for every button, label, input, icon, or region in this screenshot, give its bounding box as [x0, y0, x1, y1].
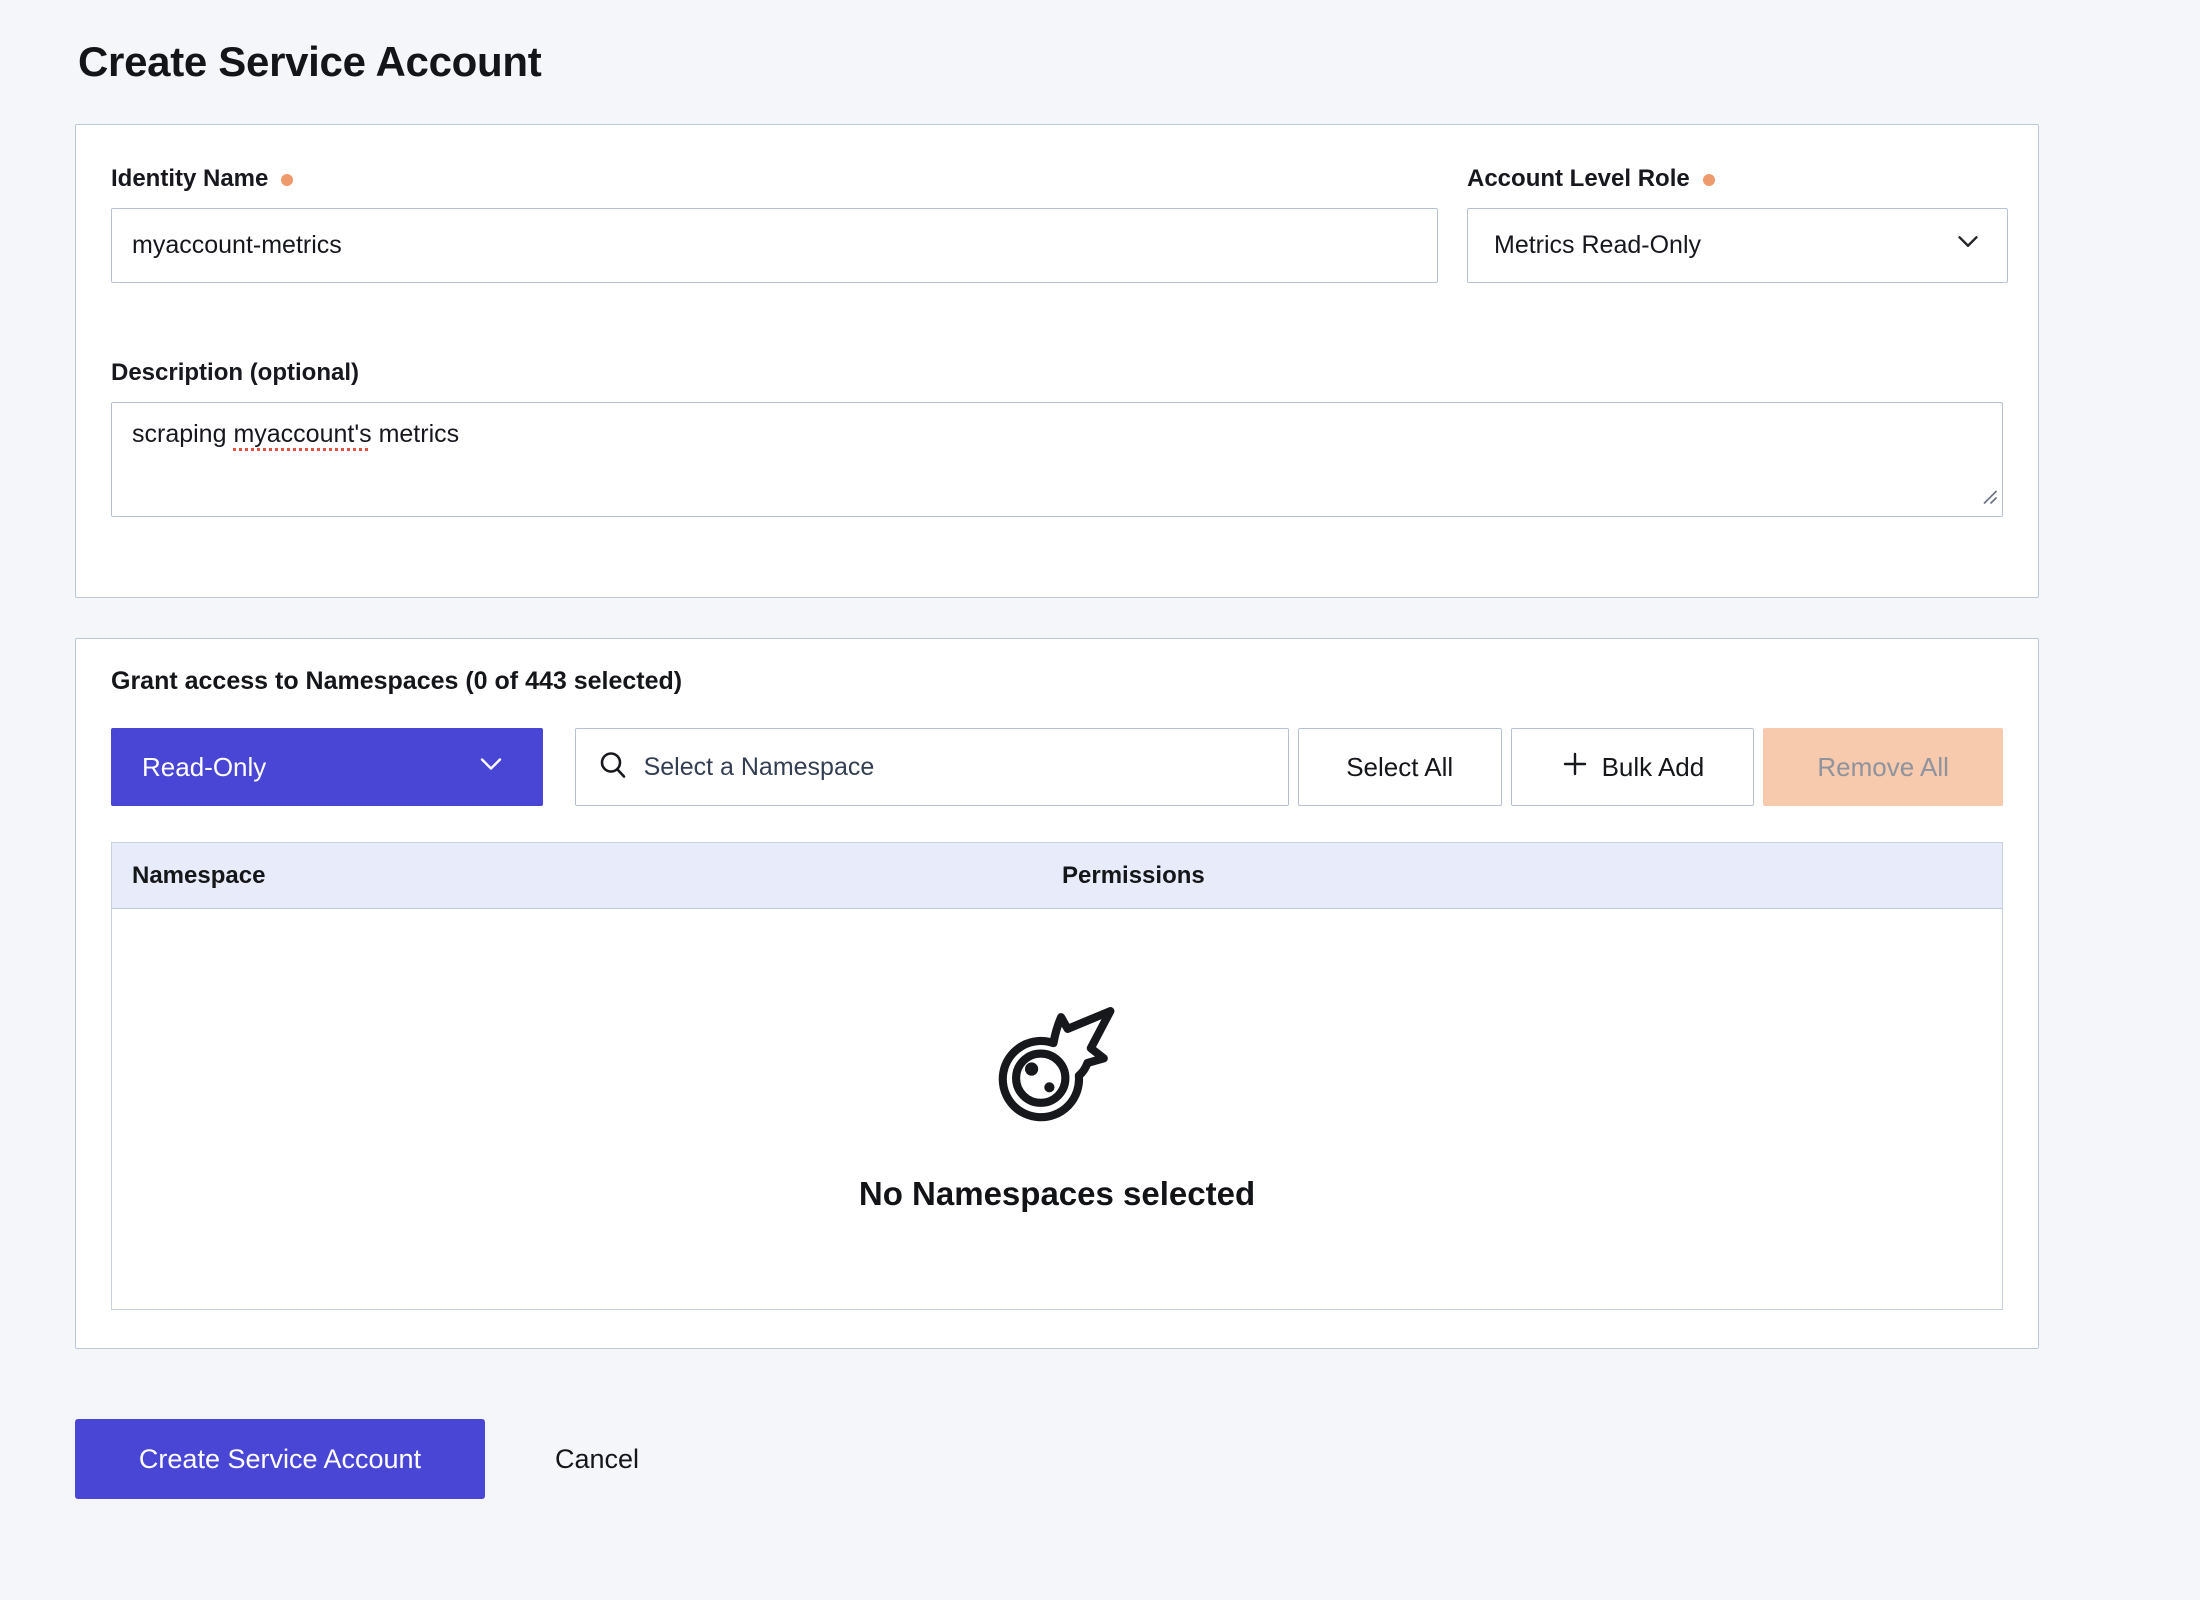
namespaces-table-header: Namespace Permissions — [112, 843, 2002, 909]
remove-all-label: Remove All — [1817, 752, 1949, 782]
account-level-role-label-text: Account Level Role — [1467, 165, 1690, 193]
search-icon — [596, 748, 630, 787]
identity-name-field: Identity Name — [111, 165, 1438, 283]
namespace-role-value: Read-Only — [142, 752, 266, 783]
comet-icon — [996, 1006, 1118, 1133]
account-level-role-label: Account Level Role — [1467, 165, 2008, 193]
description-text-misspelled: myaccount's — [233, 420, 371, 448]
namespaces-toolbar: Read-Only Select All — [111, 728, 2003, 806]
description-text-before: scraping — [132, 420, 233, 448]
namespaces-card: Grant access to Namespaces (0 of 443 sel… — [75, 638, 2039, 1349]
account-level-role-field: Account Level Role Metrics Read-Only — [1467, 165, 2008, 283]
remove-all-button[interactable]: Remove All — [1763, 728, 2003, 806]
identity-name-label-text: Identity Name — [111, 165, 268, 193]
create-service-account-page: Create Service Account Identity Name Acc… — [0, 0, 2200, 1499]
plus-icon — [1561, 750, 1589, 785]
namespace-search-input[interactable] — [644, 753, 1270, 782]
column-header-namespace: Namespace — [112, 862, 1062, 890]
identity-row: Identity Name Account Level Role Metrics… — [111, 165, 2003, 283]
namespaces-table-body: No Namespaces selected — [112, 909, 2002, 1309]
create-service-account-button[interactable]: Create Service Account — [75, 1419, 485, 1499]
identity-name-input[interactable] — [111, 208, 1438, 283]
identity-name-label: Identity Name — [111, 165, 1438, 193]
resize-handle-icon[interactable] — [1981, 484, 1999, 513]
footer-actions: Create Service Account Cancel — [75, 1419, 2125, 1499]
column-header-permissions: Permissions — [1062, 862, 2002, 890]
account-level-role-value: Metrics Read-Only — [1494, 231, 1701, 260]
chevron-down-icon — [1953, 227, 1983, 264]
bulk-add-label: Bulk Add — [1602, 752, 1705, 783]
namespace-role-dropdown[interactable]: Read-Only — [111, 728, 543, 806]
empty-state-message: No Namespaces selected — [859, 1175, 1255, 1213]
description-text-after: metrics — [372, 420, 460, 448]
description-label: Description (optional) — [111, 359, 2003, 387]
description-textarea[interactable]: scraping myaccount's metrics — [111, 402, 2003, 517]
select-all-button[interactable]: Select All — [1298, 728, 1502, 806]
account-level-role-select[interactable]: Metrics Read-Only — [1467, 208, 2008, 283]
select-all-label: Select All — [1346, 752, 1453, 783]
namespaces-section-title: Grant access to Namespaces (0 of 443 sel… — [111, 667, 2003, 696]
required-dot — [281, 174, 293, 186]
description-label-text: Description (optional) — [111, 359, 359, 387]
description-text: scraping myaccount's metrics — [132, 420, 459, 448]
chevron-down-icon — [475, 748, 507, 787]
page-title: Create Service Account — [78, 38, 2125, 86]
identity-card: Identity Name Account Level Role Metrics… — [75, 124, 2039, 598]
namespace-search[interactable] — [575, 728, 1289, 806]
required-dot — [1703, 174, 1715, 186]
cancel-button[interactable]: Cancel — [555, 1444, 639, 1475]
description-field: Description (optional) scraping myaccoun… — [111, 359, 2003, 517]
namespaces-table: Namespace Permissions No Namespaces sele… — [111, 842, 2003, 1310]
bulk-add-button[interactable]: Bulk Add — [1511, 728, 1755, 806]
